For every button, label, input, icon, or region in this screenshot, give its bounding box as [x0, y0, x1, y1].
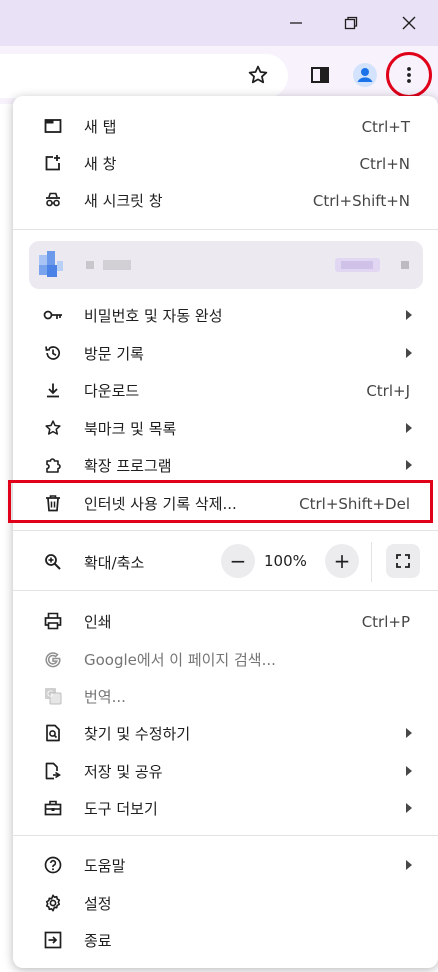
menu-item-help[interactable]: 도움말: [13, 847, 438, 884]
menu-item-translate: G 번역...: [13, 678, 438, 715]
menu-item-extensions[interactable]: 확장 프로그램: [13, 447, 438, 484]
submenu-arrow-icon: [406, 348, 412, 358]
close-icon: [402, 16, 416, 30]
menu-item-label: Google에서 이 페이지 검색...: [84, 651, 276, 669]
menu-item-settings[interactable]: 설정: [13, 885, 438, 922]
menu-item-label: 인쇄: [84, 613, 112, 631]
download-icon: [43, 380, 63, 400]
menu-item-downloads[interactable]: 다운로드 Ctrl+J: [13, 372, 438, 409]
zoom-label: 확대/축소: [84, 553, 145, 572]
menu-item-new-incognito-window[interactable]: 새 시크릿 창 Ctrl+Shift+N: [13, 182, 438, 219]
menu-item-shortcut: Ctrl+J: [366, 381, 410, 400]
translate-icon: G: [43, 686, 63, 706]
zoom-divider: [371, 542, 372, 582]
incognito-icon: [43, 190, 63, 210]
menu-item-history[interactable]: 방문 기록: [13, 335, 438, 372]
submenu-arrow-icon: [406, 728, 412, 738]
menu-item-print[interactable]: 인쇄 Ctrl+P: [13, 603, 438, 640]
menu-item-label: 새 시크릿 창: [84, 192, 163, 210]
menu-item-label: 다운로드: [84, 382, 140, 400]
menu-item-more-tools[interactable]: 도구 더보기: [13, 790, 438, 827]
google-icon: [43, 649, 63, 669]
submenu-arrow-icon: [406, 860, 412, 870]
menu-item-shortcut: Ctrl+N: [359, 154, 410, 173]
submenu-arrow-icon: [406, 460, 412, 470]
close-window-button[interactable]: [380, 0, 438, 46]
menu-item-exit[interactable]: 종료: [13, 922, 438, 959]
fullscreen-icon: [396, 554, 410, 568]
chrome-menu: 새 탭 Ctrl+T 새 창 Ctrl+N 새 시크릿 창 Ctrl+Shift…: [13, 96, 438, 968]
submenu-arrow-icon: [406, 803, 412, 813]
key-icon: [43, 305, 63, 325]
menu-item-label: 찾기 및 수정하기: [84, 725, 191, 743]
new-window-icon: [43, 153, 63, 173]
clear-browsing-data-annotation: [8, 480, 433, 523]
extension-icon: [43, 455, 63, 475]
side-panel-icon: [311, 67, 329, 83]
bookmark-star-button[interactable]: [243, 60, 273, 90]
submenu-arrow-icon: [406, 310, 412, 320]
print-icon: [43, 611, 63, 631]
menu-item-search-page-with-google: Google에서 이 페이지 검색...: [13, 641, 438, 678]
menu-item-label: 새 창: [84, 155, 117, 173]
new-tab-icon: [43, 116, 63, 136]
zoom-icon: [43, 552, 63, 572]
menu-divider: [13, 530, 438, 531]
menu-divider: [13, 590, 438, 591]
side-panel-button[interactable]: [305, 60, 335, 90]
menu-item-shortcut: Ctrl+T: [361, 117, 410, 136]
menu-item-find-and-edit[interactable]: 찾기 및 수정하기: [13, 715, 438, 752]
minimize-button[interactable]: [267, 0, 325, 46]
find-icon: [43, 723, 63, 743]
minus-icon: −: [229, 549, 247, 573]
zoom-in-button[interactable]: +: [325, 544, 359, 578]
profile-row[interactable]: [29, 241, 423, 289]
submenu-arrow-icon: [406, 766, 412, 776]
plus-icon: +: [333, 549, 351, 573]
submenu-arrow-icon: [406, 423, 412, 433]
menu-divider: [13, 835, 438, 836]
menu-item-label: 종료: [84, 932, 112, 950]
menu-item-label: 방문 기록: [84, 345, 144, 363]
help-icon: [43, 855, 63, 875]
menu-item-label: 비밀번호 및 자동 완성: [84, 307, 223, 325]
minimize-icon: [290, 22, 302, 24]
history-icon: [43, 343, 63, 363]
title-bar: [0, 0, 438, 46]
menu-item-shortcut: Ctrl+P: [361, 612, 410, 631]
toolbox-icon: [43, 798, 63, 818]
menu-item-label: 새 탭: [84, 118, 117, 136]
menu-item-label: 북마크 및 목록: [84, 420, 177, 438]
settings-icon: [43, 893, 63, 913]
svg-text:G: G: [47, 690, 53, 699]
profile-expand-blurred: [401, 261, 409, 269]
fullscreen-button[interactable]: [386, 544, 420, 578]
exit-icon: [43, 930, 63, 950]
restore-icon: [344, 16, 358, 30]
menu-divider: [13, 229, 438, 230]
menu-item-label: 확장 프로그램: [84, 457, 172, 475]
menu-item-new-window[interactable]: 새 창 Ctrl+N: [13, 145, 438, 182]
menu-item-label: 도움말: [84, 857, 126, 875]
save-share-icon: [43, 761, 63, 781]
menu-item-passwords[interactable]: 비밀번호 및 자동 완성: [13, 297, 438, 334]
menu-item-shortcut: Ctrl+Shift+N: [312, 191, 410, 210]
menu-item-label: 설정: [84, 895, 112, 913]
menu-item-save-and-share[interactable]: 저장 및 공유: [13, 753, 438, 790]
menu-item-label: 저장 및 공유: [84, 763, 163, 781]
menu-item-bookmarks[interactable]: 북마크 및 목록: [13, 410, 438, 447]
menu-item-new-tab[interactable]: 새 탭 Ctrl+T: [13, 108, 438, 145]
menu-button-annotation: [386, 52, 432, 98]
zoom-out-button[interactable]: −: [221, 544, 255, 578]
star-icon: [43, 418, 63, 438]
star-icon: [248, 65, 268, 84]
zoom-level: 100%: [264, 552, 307, 570]
restore-button[interactable]: [322, 0, 380, 46]
profile-button[interactable]: [350, 60, 380, 90]
menu-item-label: 번역...: [84, 688, 126, 706]
menu-item-label: 도구 더보기: [84, 800, 158, 818]
profile-icon: [353, 63, 377, 87]
